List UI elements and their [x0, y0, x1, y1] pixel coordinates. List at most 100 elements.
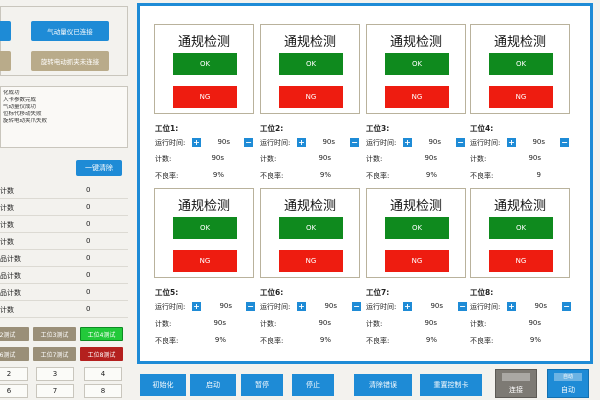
station-1-minus-button[interactable]: − [244, 138, 253, 147]
station-8-defect-value: 9% [529, 336, 541, 344]
station-panel: 通规检测 OK NG 通规检测 OK NG 通规检测 OK NG 通规检测 OK… [137, 3, 593, 364]
mode-badge: 自动 [554, 373, 582, 381]
station-1-ok-button[interactable]: OK [173, 53, 237, 75]
station-5-card: 通规检测 OK NG [154, 188, 254, 278]
station-7-ok-button[interactable]: OK [385, 217, 449, 239]
stat-label: 品计数 [0, 255, 21, 263]
stat-value: 0 [86, 237, 91, 245]
station-8-name: 工位8: [470, 288, 494, 297]
station-8-minus-button[interactable]: − [562, 302, 571, 311]
station-7-ng-button[interactable]: NG [385, 250, 449, 272]
station-4-ng-button[interactable]: NG [489, 86, 553, 108]
station-5-name: 工位5: [155, 288, 179, 297]
station-4-test-button[interactable]: 工位4测试 [80, 327, 123, 341]
station-1-name: 工位1: [155, 124, 179, 133]
station-6-ok-button[interactable]: OK [279, 217, 343, 239]
station-2-ok-button[interactable]: OK [279, 53, 343, 75]
station-3-run-value: 90s [428, 138, 441, 146]
station-5-ok-button[interactable]: OK [173, 217, 237, 239]
connect-indicator[interactable] [0, 21, 11, 41]
connect-mode-button[interactable]: 连接 [495, 369, 537, 398]
station-6-card: 通规检测 OK NG [260, 188, 360, 278]
station-2-plus-button[interactable]: + [297, 138, 306, 147]
init-button[interactable]: 初始化 [140, 374, 186, 396]
station-5-run-value: 90s [219, 302, 232, 310]
left-panel: 气动量仪已连接 旋转电动抓夹未连接 化成功 入卡参数完成 气动量仪成功 位标代移… [0, 0, 134, 400]
station-4-count-value: 90s [528, 154, 541, 162]
station-6-count-value: 90s [318, 319, 331, 327]
number-cell[interactable]: 7 [36, 384, 74, 398]
station-2-test-button[interactable]: 2测试 [0, 327, 29, 341]
station-2-count-value: 90s [318, 154, 331, 162]
log-line: 化成功 [3, 90, 20, 96]
station-2-defect-label: 不良率: [260, 172, 284, 180]
station-8-test-button[interactable]: 工位8测试 [80, 347, 123, 361]
stop-button[interactable]: 停止 [292, 374, 334, 396]
station-6-ng-button[interactable]: NG [279, 250, 343, 272]
rotary-gripper-button[interactable]: 旋转电动抓夹未连接 [31, 51, 109, 71]
number-cell[interactable]: 8 [84, 384, 122, 398]
station-3-minus-button[interactable]: − [456, 138, 465, 147]
log-panel: 化成功 入卡参数完成 气动量仪成功 位标代移动失败 旋转电动夹爪失败 [0, 86, 128, 148]
station-4-plus-button[interactable]: + [507, 138, 516, 147]
station-5-title: 通规检测 [177, 199, 230, 214]
number-cell[interactable]: 6 [0, 384, 28, 398]
pause-button[interactable]: 暂停 [241, 374, 283, 396]
station-3-test-button[interactable]: 工位3测试 [33, 327, 76, 341]
station-4-ok-button[interactable]: OK [489, 53, 553, 75]
station-2-defect-value: 9% [319, 171, 331, 179]
number-cell[interactable]: 2 [0, 367, 28, 381]
clear-error-button[interactable]: 清除错误 [354, 374, 412, 396]
number-cell[interactable]: 3 [36, 367, 74, 381]
station-1-ng-button[interactable]: NG [173, 86, 237, 108]
station-6-plus-button[interactable]: + [297, 302, 306, 311]
station-8-title: 通规检测 [493, 199, 546, 214]
station-7-title: 通规检测 [389, 199, 442, 214]
station-4-minus-button[interactable]: − [560, 138, 569, 147]
station-1-title: 通规检测 [177, 35, 230, 50]
station-1-count-value: 90s [211, 154, 224, 162]
station-6-minus-button[interactable]: − [352, 302, 361, 311]
station-2-run-value: 90s [322, 138, 335, 146]
station-2-name: 工位2: [260, 124, 284, 133]
station-1-card: 通规检测 OK NG [154, 24, 254, 114]
station-4-name: 工位4: [470, 124, 494, 133]
stat-label: 计数 [0, 221, 14, 229]
stat-value: 0 [86, 186, 91, 194]
auto-mode-button[interactable]: 自动 自动 [547, 369, 589, 398]
gas-meter-connected-button[interactable]: 气动量仪已连接 [31, 21, 109, 41]
station-6-test-button[interactable]: 6测试 [0, 347, 29, 361]
stat-value: 0 [86, 220, 91, 228]
station-2-ng-button[interactable]: NG [279, 86, 343, 108]
station-7-test-button[interactable]: 工位7测试 [33, 347, 76, 361]
station-3-ng-button[interactable]: NG [385, 86, 449, 108]
station-5-minus-button[interactable]: − [246, 302, 255, 311]
station-7-minus-button[interactable]: − [458, 302, 467, 311]
station-5-plus-button[interactable]: + [192, 302, 201, 311]
gripper-indicator[interactable] [0, 51, 11, 71]
station-5-ng-button[interactable]: NG [173, 250, 237, 272]
station-1-plus-button[interactable]: + [192, 138, 201, 147]
station-2-minus-button[interactable]: − [350, 138, 359, 147]
stat-label: 计数 [0, 306, 14, 314]
station-3-ok-button[interactable]: OK [385, 53, 449, 75]
station-8-count-value: 90s [528, 319, 541, 327]
connection-status-box: 气动量仪已连接 旋转电动抓夹未连接 [0, 6, 128, 76]
station-4-count-label: 计数: [470, 155, 487, 163]
station-3-plus-button[interactable]: + [403, 138, 412, 147]
station-8-plus-button[interactable]: + [507, 302, 516, 311]
stat-label: 品计数 [0, 272, 21, 280]
station-8-ok-button[interactable]: OK [489, 217, 553, 239]
station-8-ng-button[interactable]: NG [489, 250, 553, 272]
auto-mode-label: 自动 [561, 386, 575, 394]
reset-control-card-button[interactable]: 重置控制卡 [420, 374, 482, 396]
stat-value: 0 [86, 254, 91, 262]
number-cell[interactable]: 4 [84, 367, 122, 381]
start-button[interactable]: 启动 [190, 374, 236, 396]
station-1-count-label: 计数: [155, 155, 172, 163]
clear-all-button[interactable]: 一键清除 [76, 160, 122, 176]
station-1-run-label: 运行时间: [155, 139, 186, 147]
station-1-run-value: 90s [217, 138, 230, 146]
station-7-plus-button[interactable]: + [403, 302, 412, 311]
station-5-defect-value: 9% [214, 336, 226, 344]
